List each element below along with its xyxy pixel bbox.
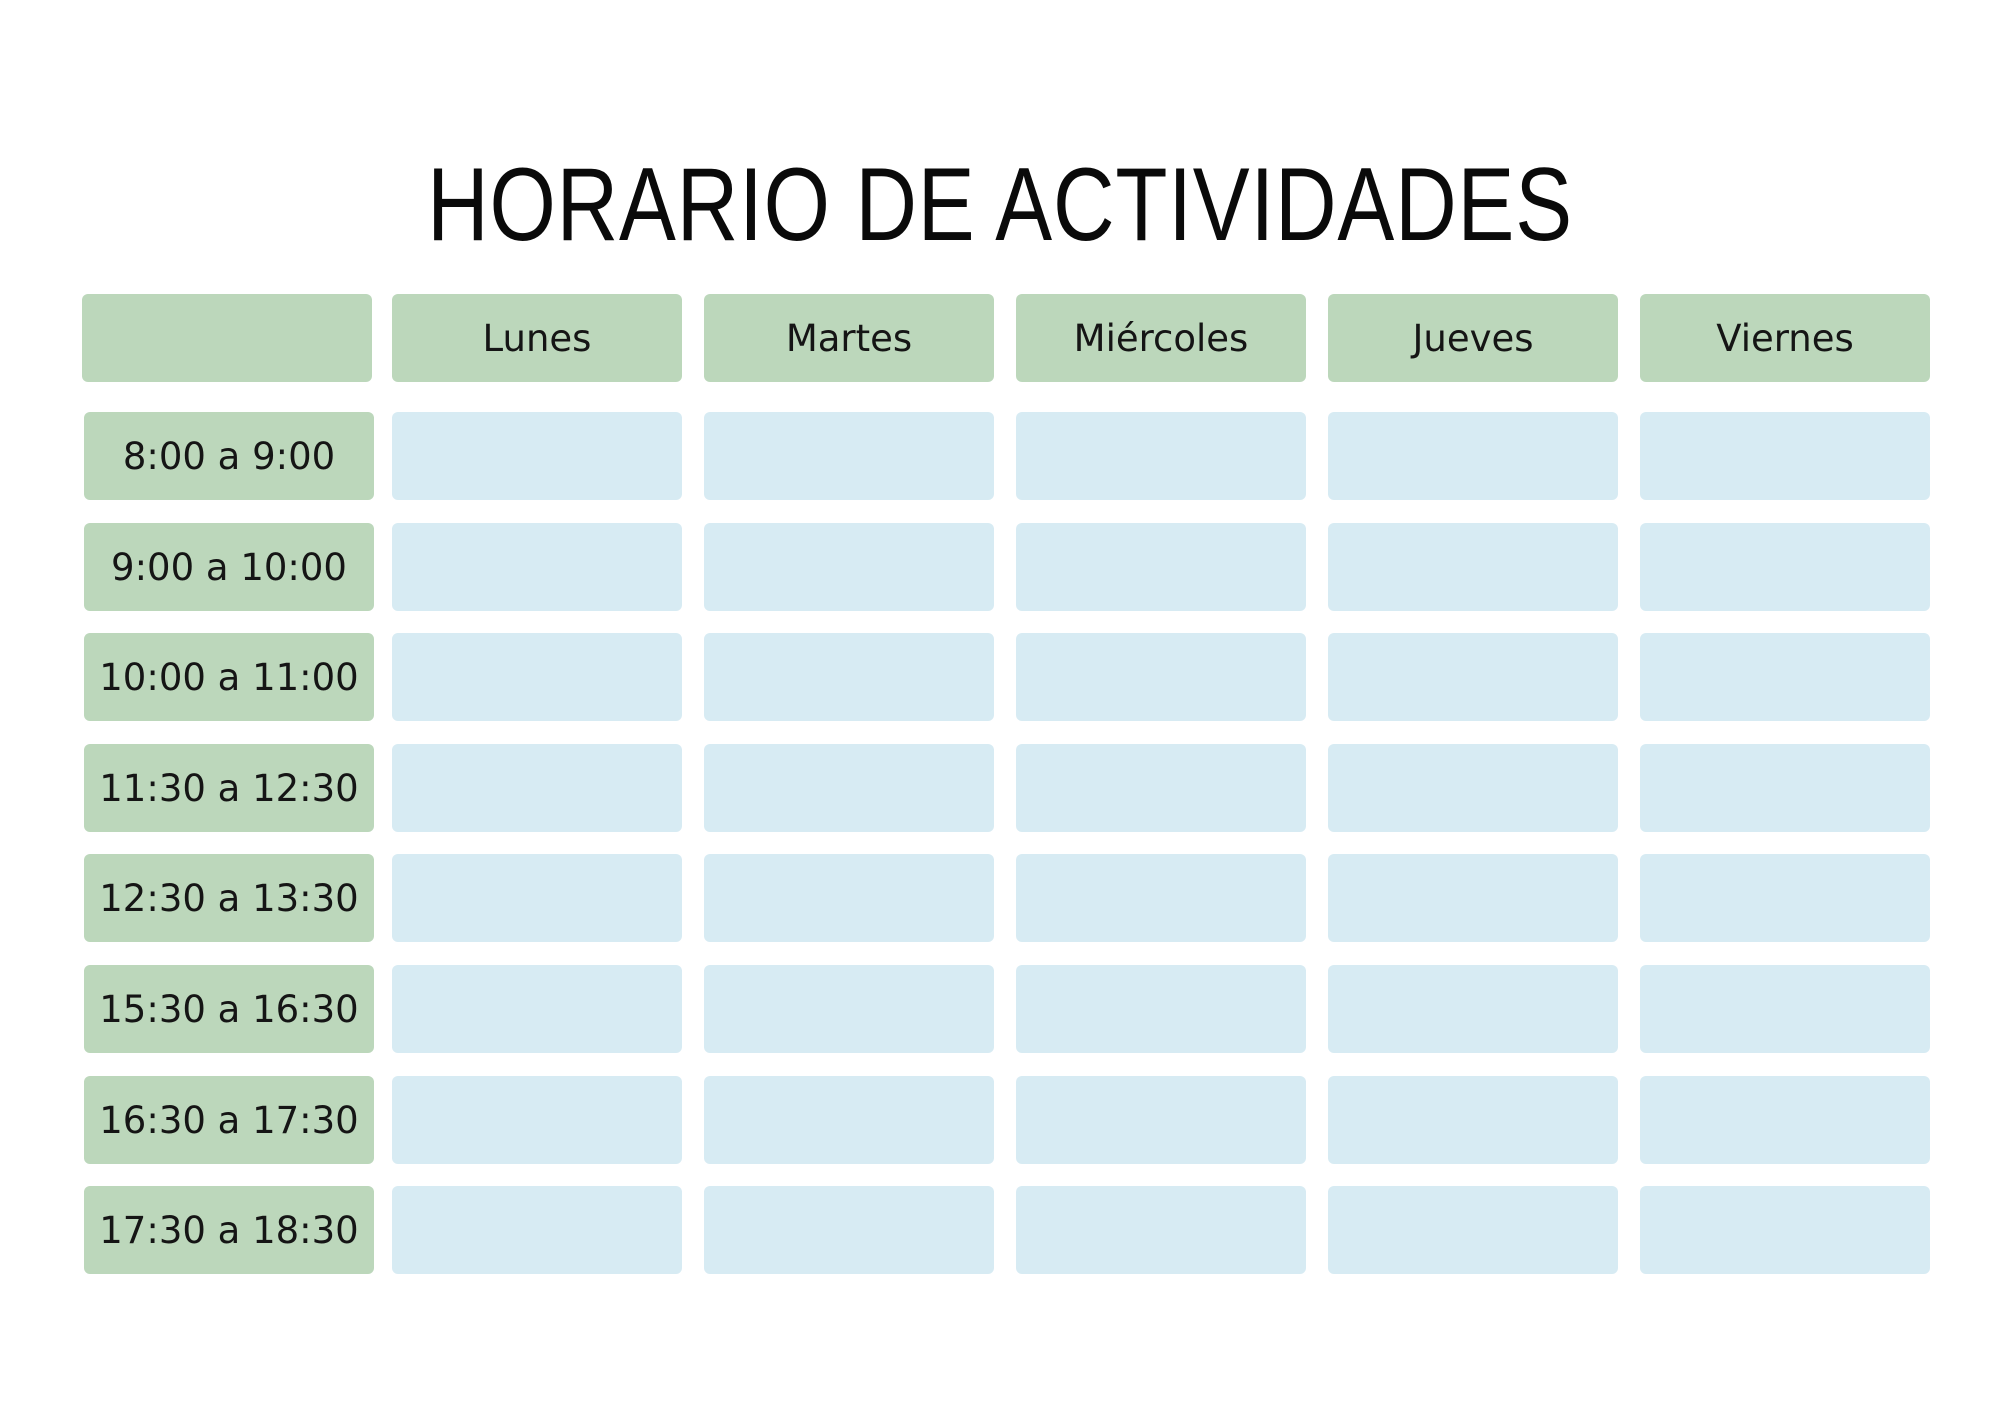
schedule-slot[interactable] (1016, 633, 1306, 721)
schedule-slot[interactable] (1640, 854, 1930, 942)
schedule-slot[interactable] (1328, 744, 1618, 832)
schedule-slot[interactable] (392, 965, 682, 1053)
schedule-slot[interactable] (392, 1186, 682, 1274)
schedule-slot[interactable] (392, 633, 682, 721)
schedule-slot[interactable] (1016, 965, 1306, 1053)
time-slot-label: 9:00 a 10:00 (84, 523, 374, 611)
day-header-5: Viernes (1640, 294, 1930, 382)
day-header-3: Miércoles (1016, 294, 1306, 382)
time-slot-label: 12:30 a 13:30 (84, 854, 374, 942)
schedule-slot[interactable] (704, 1076, 994, 1164)
schedule-slot[interactable] (1328, 523, 1618, 611)
schedule-slot[interactable] (704, 1186, 994, 1274)
time-slot-label: 8:00 a 9:00 (84, 412, 374, 500)
schedule-slot[interactable] (1016, 523, 1306, 611)
schedule-slot[interactable] (392, 412, 682, 500)
schedule-slot[interactable] (392, 1076, 682, 1164)
schedule-slot[interactable] (1640, 412, 1930, 500)
schedule-slot[interactable] (1016, 1076, 1306, 1164)
schedule-slot[interactable] (1328, 965, 1618, 1053)
schedule-slot[interactable] (704, 412, 994, 500)
schedule-slot[interactable] (1016, 412, 1306, 500)
schedule-slot[interactable] (1328, 412, 1618, 500)
schedule-slot[interactable] (1640, 965, 1930, 1053)
schedule-slot[interactable] (704, 965, 994, 1053)
schedule-slot[interactable] (704, 854, 994, 942)
schedule-slot[interactable] (1328, 1076, 1618, 1164)
header-corner-cell (82, 294, 372, 382)
time-slot-label: 10:00 a 11:00 (84, 633, 374, 721)
schedule-slot[interactable] (1640, 744, 1930, 832)
time-slot-label: 16:30 a 17:30 (84, 1076, 374, 1164)
day-header-4: Jueves (1328, 294, 1618, 382)
schedule-slot[interactable] (1328, 633, 1618, 721)
schedule-slot[interactable] (1640, 633, 1930, 721)
day-header-1: Lunes (392, 294, 682, 382)
schedule-slot[interactable] (1640, 1076, 1930, 1164)
schedule-slot[interactable] (392, 744, 682, 832)
schedule-slot[interactable] (704, 633, 994, 721)
time-slot-label: 11:30 a 12:30 (84, 744, 374, 832)
schedule-slot[interactable] (1016, 854, 1306, 942)
schedule-slot[interactable] (1016, 744, 1306, 832)
schedule-slot[interactable] (704, 523, 994, 611)
schedule-slot[interactable] (1640, 523, 1930, 611)
schedule-slot[interactable] (392, 854, 682, 942)
schedule-slot[interactable] (1328, 1186, 1618, 1274)
time-slot-label: 17:30 a 18:30 (84, 1186, 374, 1274)
schedule-slot[interactable] (392, 523, 682, 611)
schedule-grid: Lunes Martes Miércoles Jueves Viernes 8:00 a … (0, 0, 2000, 1414)
schedule-slot[interactable] (1016, 1186, 1306, 1274)
day-header-2: Martes (704, 294, 994, 382)
schedule-slot[interactable] (1328, 854, 1618, 942)
schedule-slot[interactable] (704, 744, 994, 832)
time-slot-label: 15:30 a 16:30 (84, 965, 374, 1053)
schedule-slot[interactable] (1640, 1186, 1930, 1274)
